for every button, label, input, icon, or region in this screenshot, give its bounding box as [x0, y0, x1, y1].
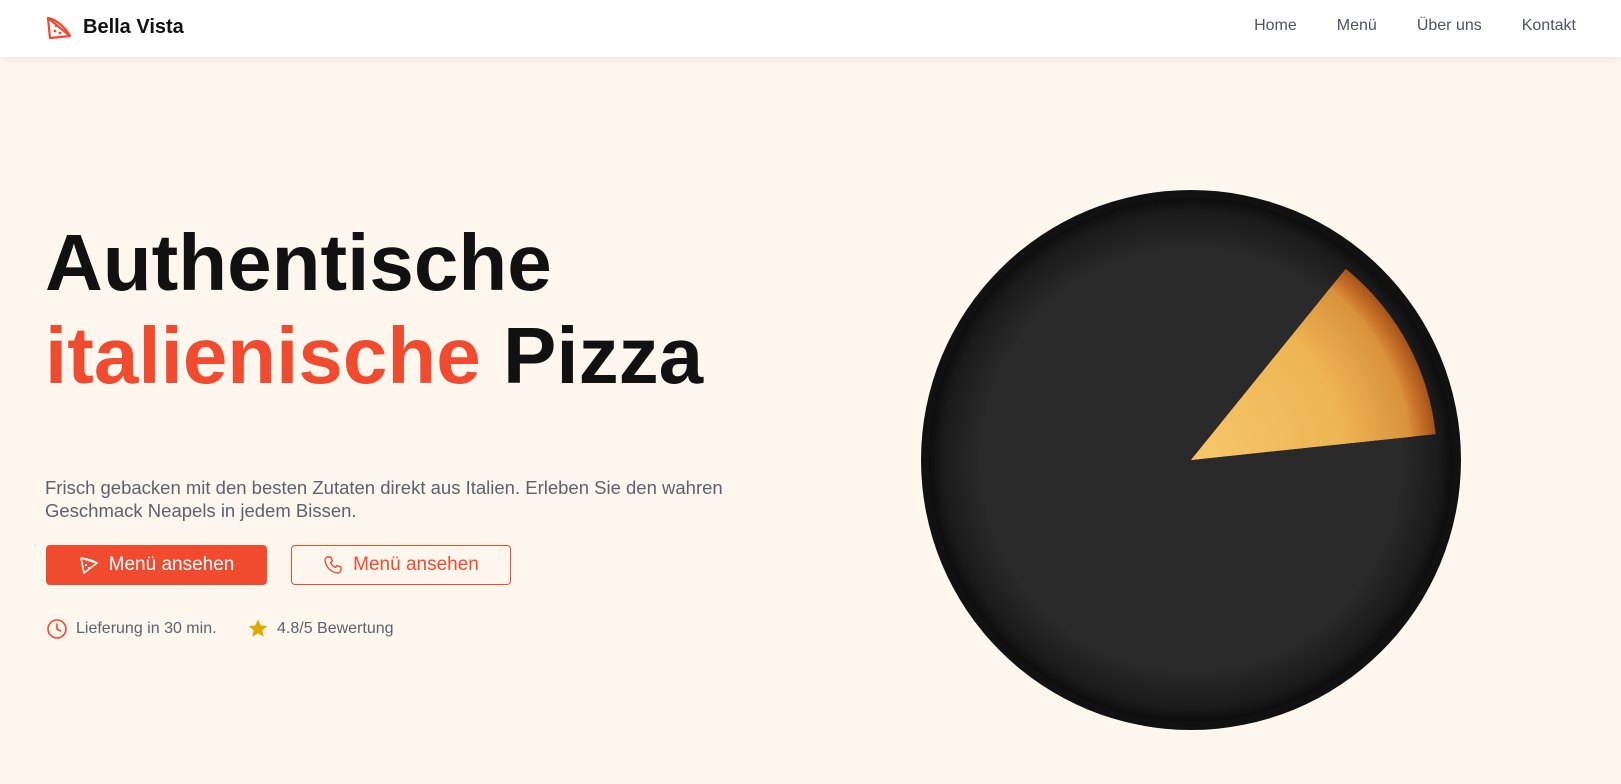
headline-rest: Pizza	[502, 311, 704, 400]
nav-link-menu[interactable]: Menü	[1337, 17, 1377, 35]
pizza-slice-icon	[79, 557, 98, 574]
delivery-text: Lieferung in 30 min.	[76, 620, 217, 637]
nav-link-contact[interactable]: Kontakt	[1522, 17, 1576, 35]
rating-text: 4.8/5 Bewertung	[277, 620, 394, 637]
nav-link-home[interactable]: Home	[1254, 17, 1297, 35]
pizza-slice-icon	[46, 16, 72, 40]
nav-link-about[interactable]: Über uns	[1417, 17, 1482, 35]
view-menu-button[interactable]: Menü ansehen	[46, 545, 267, 585]
delivery-info: Lieferung in 30 min.	[46, 618, 217, 640]
phone-icon	[324, 556, 342, 574]
hero-headline: Authentische italienische Pizza	[45, 216, 703, 402]
star-icon	[248, 619, 268, 637]
headline-accent-word: italienische	[45, 311, 481, 400]
navbar: Bella Vista Home Menü Über uns Kontakt	[0, 0, 1621, 57]
hero-subtitle: Frisch gebacken mit den besten Zutaten d…	[45, 477, 723, 521]
rating-info: 4.8/5 Bewertung	[247, 618, 394, 640]
brand-name: Bella Vista	[83, 15, 184, 38]
main-navigation: Home Menü Über uns Kontakt	[1254, 17, 1576, 35]
clock-icon	[47, 619, 67, 639]
view-menu-button-label: Menü ansehen	[108, 554, 235, 575]
headline-line-1: Authentische	[45, 218, 552, 307]
call-button-label: Menü ansehen	[353, 554, 479, 575]
brand-logo-link[interactable]: Bella Vista	[45, 13, 184, 41]
pizza-image	[920, 189, 1462, 731]
call-button[interactable]: Menü ansehen	[291, 545, 511, 585]
